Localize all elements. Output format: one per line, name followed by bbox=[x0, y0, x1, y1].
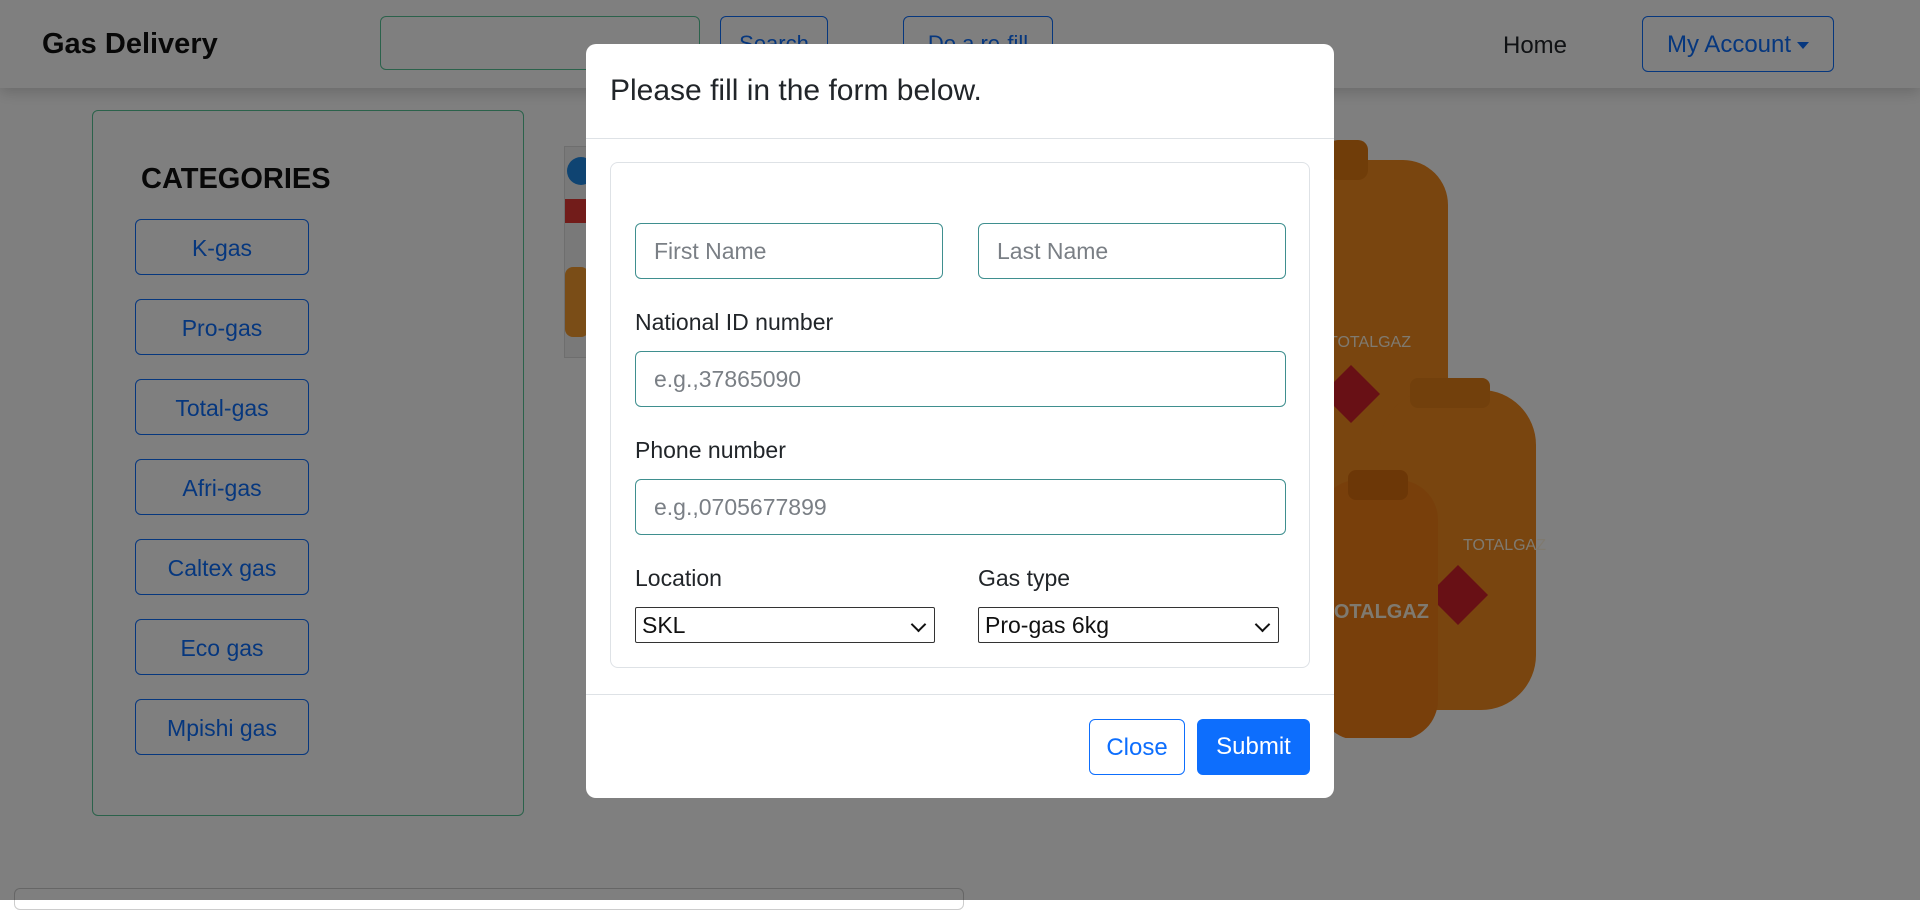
chevron-down-icon bbox=[910, 616, 927, 633]
submit-button[interactable]: Submit bbox=[1197, 719, 1310, 775]
location-select[interactable]: SKL bbox=[635, 607, 935, 643]
first-name-input[interactable] bbox=[635, 223, 943, 279]
phone-input[interactable] bbox=[635, 479, 1286, 535]
gas-type-label: Gas type bbox=[978, 565, 1071, 591]
gas-type-selected-value: Pro-gas 6kg bbox=[985, 612, 1110, 638]
modal-header: Please fill in the form below. bbox=[586, 44, 1334, 139]
location-selected-value: SKL bbox=[642, 612, 686, 638]
location-label: Location bbox=[635, 565, 722, 591]
refill-form-modal: Please fill in the form below. National … bbox=[586, 44, 1334, 798]
national-id-input[interactable] bbox=[635, 351, 1286, 407]
modal-title: Please fill in the form below. bbox=[610, 74, 982, 107]
national-id-label: National ID number bbox=[635, 309, 834, 335]
refill-form: National ID number Phone number Location… bbox=[610, 162, 1310, 668]
chevron-down-icon bbox=[1254, 616, 1271, 633]
gas-type-select[interactable]: Pro-gas 6kg bbox=[978, 607, 1279, 643]
close-button[interactable]: Close bbox=[1089, 719, 1185, 775]
phone-label: Phone number bbox=[635, 437, 786, 463]
modal-footer: Close Submit bbox=[586, 694, 1334, 799]
last-name-input[interactable] bbox=[978, 223, 1286, 279]
